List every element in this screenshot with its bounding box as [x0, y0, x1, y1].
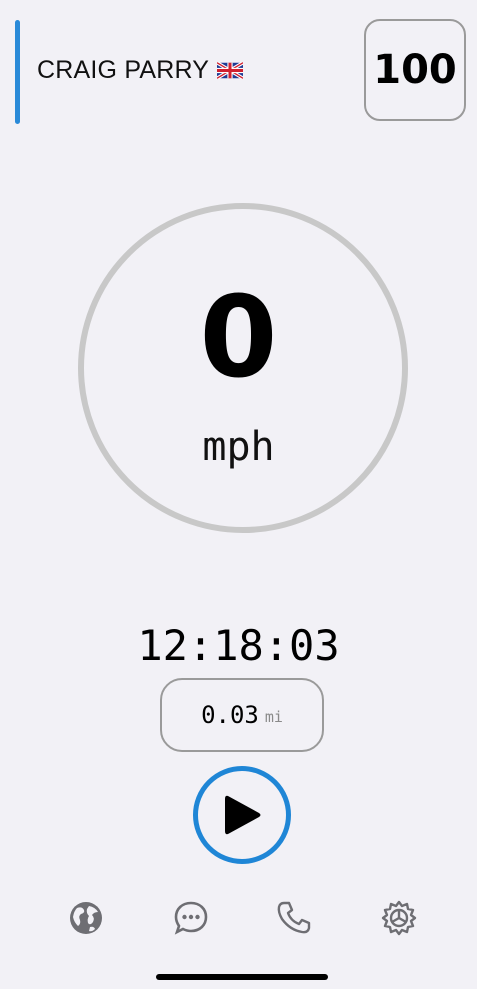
phone-icon: [277, 901, 311, 934]
nav-globe-button[interactable]: [66, 898, 106, 938]
distance-pill: 0.03 mi: [160, 678, 324, 752]
play-button[interactable]: [193, 766, 291, 864]
header-accent-bar: [15, 20, 20, 124]
nav-chat-button[interactable]: [171, 898, 211, 938]
distance-value: 0.03: [201, 701, 259, 729]
app-screen: CRAIG PARRY 100 0 mph 12:18:03 0.03 mi: [0, 0, 477, 989]
rider-name: CRAIG PARRY: [37, 56, 244, 85]
nav-phone-button[interactable]: [274, 898, 314, 938]
globe-icon: [70, 902, 102, 934]
rider-name-label: CRAIG PARRY: [37, 56, 210, 84]
nav-settings-button[interactable]: [379, 898, 419, 938]
play-icon: [225, 795, 261, 835]
settings-icon: [381, 900, 417, 936]
speed-unit: mph: [202, 424, 275, 470]
chat-icon: [174, 901, 208, 935]
clock-time: 12:18:03: [137, 621, 340, 670]
distance-unit: mi: [264, 708, 283, 726]
uk-flag-icon: [217, 62, 244, 79]
home-indicator[interactable]: [156, 974, 328, 980]
speed-value: 0: [199, 273, 278, 403]
rider-number-badge: 100: [364, 19, 466, 121]
